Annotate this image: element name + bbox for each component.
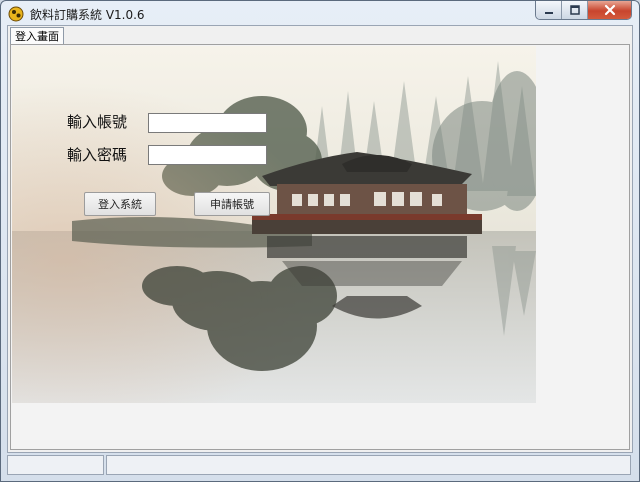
maximize-button[interactable] xyxy=(562,1,588,19)
account-label: 輸入帳號 xyxy=(67,113,128,131)
title-bar[interactable]: 飲料訂購系統 V1.0.6 xyxy=(1,1,639,25)
password-input[interactable] xyxy=(148,145,267,165)
status-panel-right xyxy=(105,455,631,475)
tab-login[interactable]: 登入畫面 xyxy=(10,27,64,45)
password-label: 輸入密碼 xyxy=(67,146,128,164)
login-button[interactable]: 登入系統 xyxy=(84,192,156,216)
minimize-button[interactable] xyxy=(536,1,562,19)
lake-pavilion-background-image xyxy=(12,46,536,403)
app-window: 飲料訂購系統 V1.0.6 登入畫面 輸入帳號 輸入密碼 登入系統 申請帳號 xyxy=(0,0,640,482)
account-input[interactable] xyxy=(148,113,267,133)
status-bar xyxy=(7,455,633,477)
maximize-icon xyxy=(569,5,580,15)
close-button[interactable] xyxy=(588,1,631,19)
client-area: 登入畫面 輸入帳號 輸入密碼 登入系統 申請帳號 xyxy=(7,25,633,453)
close-icon xyxy=(604,4,615,16)
login-tab-page: 輸入帳號 輸入密碼 登入系統 申請帳號 xyxy=(10,44,630,450)
minimize-icon xyxy=(544,12,553,14)
app-logo-icon xyxy=(8,6,24,22)
status-panel-left xyxy=(7,455,104,475)
window-title: 飲料訂購系統 V1.0.6 xyxy=(30,8,145,22)
caption-buttons xyxy=(535,1,632,20)
register-button[interactable]: 申請帳號 xyxy=(194,192,270,216)
